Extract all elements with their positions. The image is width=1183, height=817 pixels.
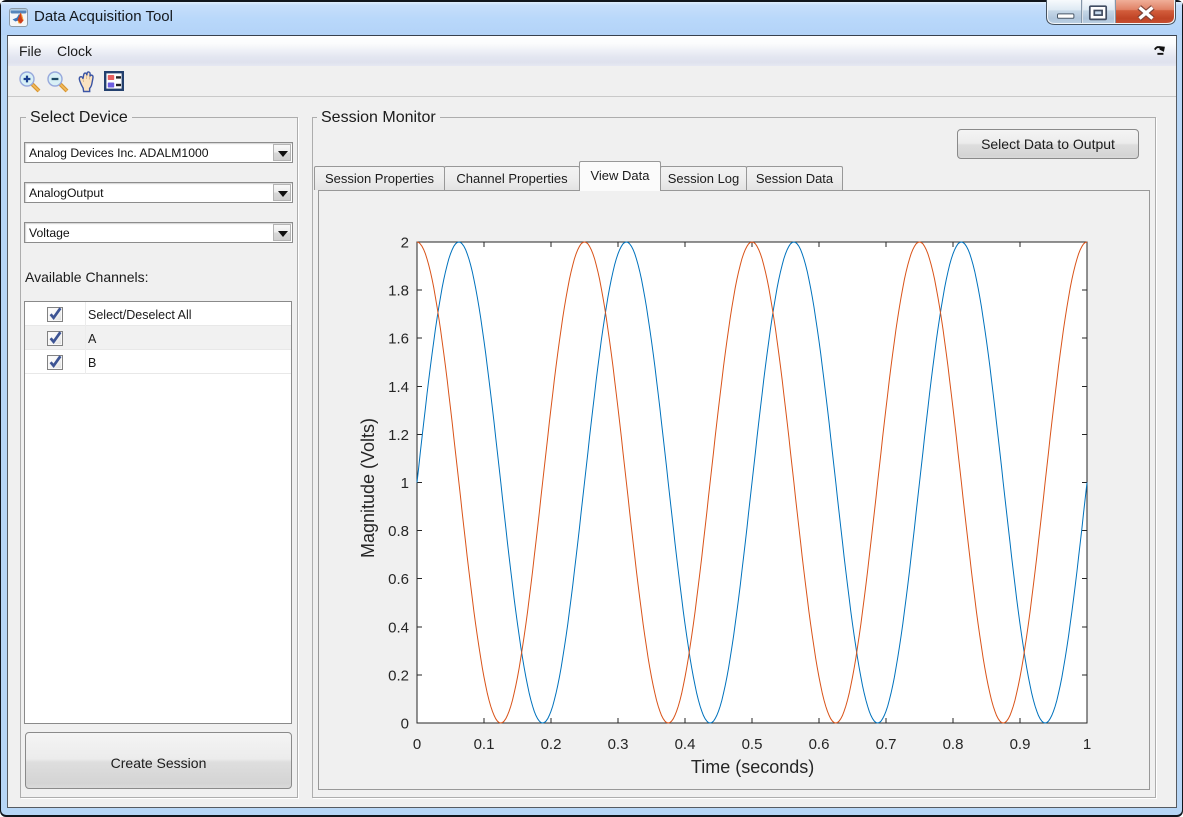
svg-text:Time (seconds): Time (seconds) [691, 757, 814, 777]
svg-text:0.8: 0.8 [388, 523, 409, 540]
svg-text:0.7: 0.7 [876, 736, 897, 753]
svg-text:2: 2 [401, 235, 409, 252]
svg-text:1.8: 1.8 [388, 283, 409, 300]
svg-text:1.2: 1.2 [388, 427, 409, 444]
svg-text:0.8: 0.8 [943, 736, 964, 753]
svg-text:0: 0 [401, 716, 409, 733]
svg-text:0.9: 0.9 [1010, 736, 1031, 753]
svg-text:0.3: 0.3 [608, 736, 629, 753]
svg-text:0.5: 0.5 [742, 736, 763, 753]
svg-text:0.2: 0.2 [388, 667, 409, 684]
svg-text:1: 1 [401, 475, 409, 492]
svg-text:1.6: 1.6 [388, 331, 409, 348]
svg-text:0.4: 0.4 [675, 736, 696, 753]
svg-text:0: 0 [413, 736, 421, 753]
svg-text:0.1: 0.1 [474, 736, 495, 753]
svg-text:1: 1 [1083, 736, 1091, 753]
svg-text:0.6: 0.6 [388, 571, 409, 588]
svg-text:0.6: 0.6 [809, 736, 830, 753]
svg-text:0.4: 0.4 [388, 619, 409, 636]
svg-text:0.2: 0.2 [541, 736, 562, 753]
svg-text:1.4: 1.4 [388, 379, 409, 396]
svg-text:Magnitude (Volts): Magnitude (Volts) [358, 418, 378, 558]
